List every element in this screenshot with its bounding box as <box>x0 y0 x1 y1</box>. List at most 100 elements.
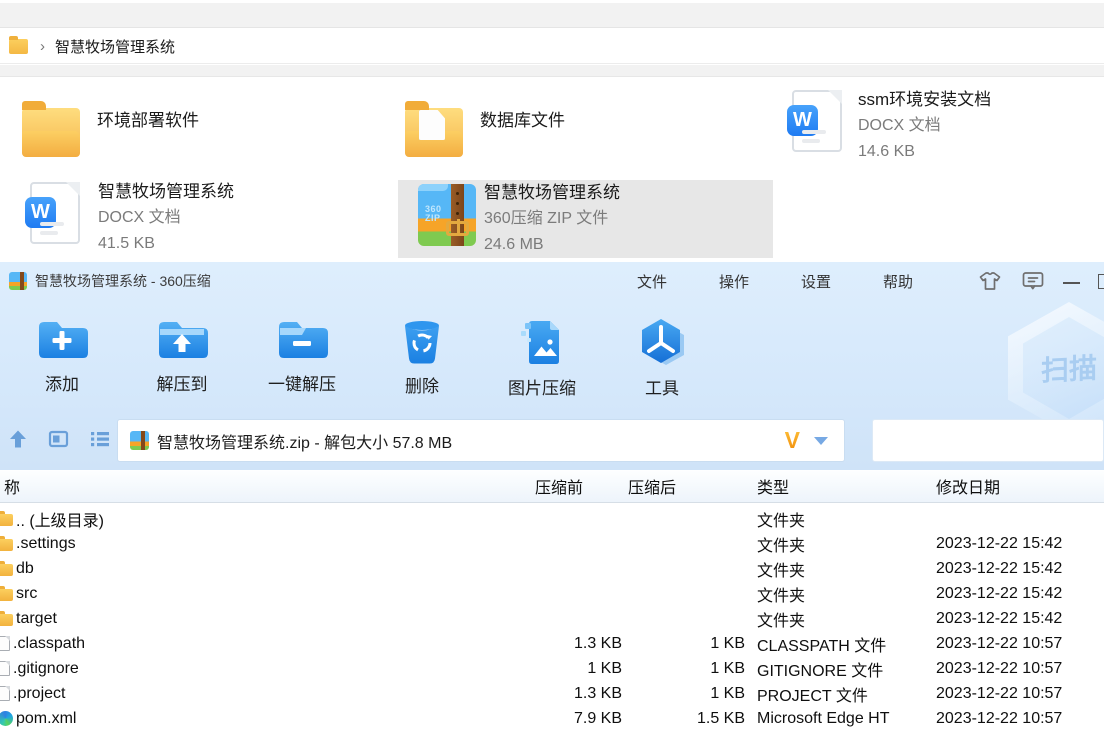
table-row[interactable]: target 文件夹 2023-12-22 15:42 <box>0 606 1104 631</box>
toolbar-add-button[interactable]: 添加 <box>2 300 122 415</box>
cell-name: .classpath <box>0 635 525 653</box>
toolbar-label: 一键解压 <box>268 375 336 394</box>
cell-date: 2023-12-22 15:42 <box>936 609 1063 627</box>
address-row: 智慧牧场管理系统.zip - 解包大小 57.8 MB <box>0 415 1104 470</box>
folder-icon <box>22 101 80 157</box>
cell-type: 文件夹 <box>757 562 806 580</box>
column-header-name[interactable]: 称 <box>0 474 525 498</box>
toolbar-oneclick-extract-button[interactable]: 一键解压 <box>242 300 362 415</box>
toolbar-delete-button[interactable]: 删除 <box>362 300 482 415</box>
folder-icon <box>0 586 13 601</box>
v-logo-icon[interactable] <box>785 427 800 454</box>
file-name: target <box>16 609 57 627</box>
cell-name: .project <box>0 685 525 703</box>
cell-date: 2023-12-22 10:57 <box>936 634 1063 652</box>
toolbar-label: 解压到 <box>156 375 208 394</box>
zip-360-label <box>425 205 442 223</box>
table-row[interactable]: .project 1.3 KB 1 KB PROJECT 文件 2023-12-… <box>0 681 1104 706</box>
search-filter-box[interactable] <box>872 419 1104 462</box>
table-row[interactable]: src 文件夹 2023-12-22 15:42 <box>0 581 1104 606</box>
toolbar-label: 删除 <box>405 377 439 396</box>
file-icon <box>0 661 10 676</box>
cell-type: 文件夹 <box>757 512 806 530</box>
up-level-icon[interactable] <box>8 429 28 449</box>
maximize-button[interactable] <box>1098 273 1104 289</box>
table-row[interactable]: db 文件夹 2023-12-22 15:42 <box>0 556 1104 581</box>
cell-size-before: 1.3 KB <box>573 634 622 652</box>
folder-icon <box>0 536 13 551</box>
toolbar-tools-button[interactable]: 工具 <box>602 300 722 415</box>
cell-size-before: 7.9 KB <box>573 709 622 727</box>
table-row[interactable]: .classpath 1.3 KB 1 KB CLASSPATH 文件 2023… <box>0 631 1104 656</box>
toolbar-label: 工具 <box>645 379 679 398</box>
cell-size-after: 1.5 KB <box>696 709 745 727</box>
minimize-button[interactable] <box>1063 282 1080 284</box>
toolbar-image-compress-button[interactable]: 图片压缩 <box>482 300 602 415</box>
table-row[interactable]: pom.xml 7.9 KB 1.5 KB Microsoft Edge HT … <box>0 706 1104 731</box>
zip-file-icon <box>130 431 149 450</box>
toolbar: 添加 解压到 一键解压 删除 图片压缩 工具 <box>2 300 722 415</box>
titlebar[interactable]: 智慧牧场管理系统 - 360压缩 <box>0 262 1104 300</box>
column-header-size-after[interactable]: 压缩后 <box>622 474 745 498</box>
tile-name: 环境部署软件 <box>97 111 199 130</box>
address-bar[interactable]: 智慧牧场管理系统.zip - 解包大小 57.8 MB <box>117 419 845 462</box>
zip-strap <box>451 184 464 246</box>
toolbar-label: 图片压缩 <box>508 379 576 398</box>
column-header-date[interactable]: 修改日期 <box>928 474 1104 498</box>
cell-type: 文件夹 <box>757 612 806 630</box>
tile-type: DOCX 文档 <box>98 209 181 226</box>
cell-name: db <box>0 560 525 578</box>
archive-file-list: .. (上级目录) 文件夹 .settings 文件夹 2023-12-22 1… <box>0 503 1104 753</box>
cell-name: .gitignore <box>0 660 525 678</box>
toolbar-extract-to-button[interactable]: 解压到 <box>122 300 242 415</box>
folder-icon <box>0 611 13 626</box>
skin-shirt-icon[interactable] <box>977 269 1003 293</box>
folder-oneclick-icon <box>279 322 328 358</box>
cell-name: src <box>0 585 525 603</box>
scan-shield-inner: 扫描 <box>1023 317 1104 419</box>
cell-name: pom.xml <box>0 710 525 728</box>
file-name: .classpath <box>13 634 86 652</box>
screen: { "colors": { "accent_blue": "#1e88e8", … <box>0 0 1104 753</box>
folder-extract-icon <box>159 322 208 358</box>
cell-type: CLASSPATH 文件 <box>757 637 887 655</box>
tile-size: 14.6 KB <box>858 143 915 160</box>
breadcrumb[interactable]: › 智慧牧场管理系统 <box>0 29 1104 64</box>
menu-settings[interactable]: 设置 <box>801 271 831 292</box>
column-header-type[interactable]: 类型 <box>745 474 928 498</box>
cell-name: .settings <box>0 535 525 553</box>
list-view-icon[interactable] <box>89 429 110 449</box>
file-name: .project <box>13 684 66 702</box>
file-tile-db-folder[interactable]: 数据库文件 <box>405 96 705 168</box>
file-tile-env-folder[interactable]: 环境部署软件 <box>22 96 322 168</box>
preview-pane-icon[interactable] <box>48 429 69 449</box>
feedback-icon[interactable] <box>1021 269 1045 293</box>
file-tile-farm-doc[interactable]: 智慧牧场管理系统 DOCX 文档 41.5 KB <box>25 182 330 262</box>
tile-size: 24.6 MB <box>484 236 544 253</box>
file-name: .. (上级目录) <box>16 512 104 530</box>
folder-icon <box>0 561 13 576</box>
dropdown-caret-icon[interactable] <box>814 436 828 445</box>
cell-date: 2023-12-22 15:42 <box>936 534 1063 552</box>
menu-help[interactable]: 帮助 <box>883 271 913 292</box>
menu-action[interactable]: 操作 <box>719 271 749 292</box>
table-row[interactable]: .settings 文件夹 2023-12-22 15:42 <box>0 531 1104 556</box>
cell-date: 2023-12-22 15:42 <box>936 559 1063 577</box>
edge-icon <box>0 711 13 726</box>
cell-size-after: 1 KB <box>710 634 745 652</box>
app-zip-icon <box>9 272 27 290</box>
column-header-size-before[interactable]: 压缩前 <box>525 474 622 498</box>
cell-type: GITIGNORE 文件 <box>757 662 884 680</box>
cell-size-after: 1 KB <box>710 659 745 677</box>
cell-date: 2023-12-22 15:42 <box>936 584 1063 602</box>
menu-file[interactable]: 文件 <box>637 271 667 292</box>
zip-360-file-icon <box>418 184 476 246</box>
file-tile-farm-zip-selected[interactable]: 智慧牧场管理系统 360压缩 ZIP 文件 24.6 MB <box>398 180 773 258</box>
tile-type: DOCX 文档 <box>858 117 941 134</box>
file-tile-ssm-doc[interactable]: ssm环境安装文档 DOCX 文档 14.6 KB <box>787 90 1092 170</box>
table-row[interactable]: .. (上级目录) 文件夹 <box>0 506 1104 531</box>
file-name: db <box>16 559 34 577</box>
folder-icon <box>9 35 28 54</box>
folder-plus-icon <box>39 322 88 358</box>
table-row[interactable]: .gitignore 1 KB 1 KB GITIGNORE 文件 2023-1… <box>0 656 1104 681</box>
